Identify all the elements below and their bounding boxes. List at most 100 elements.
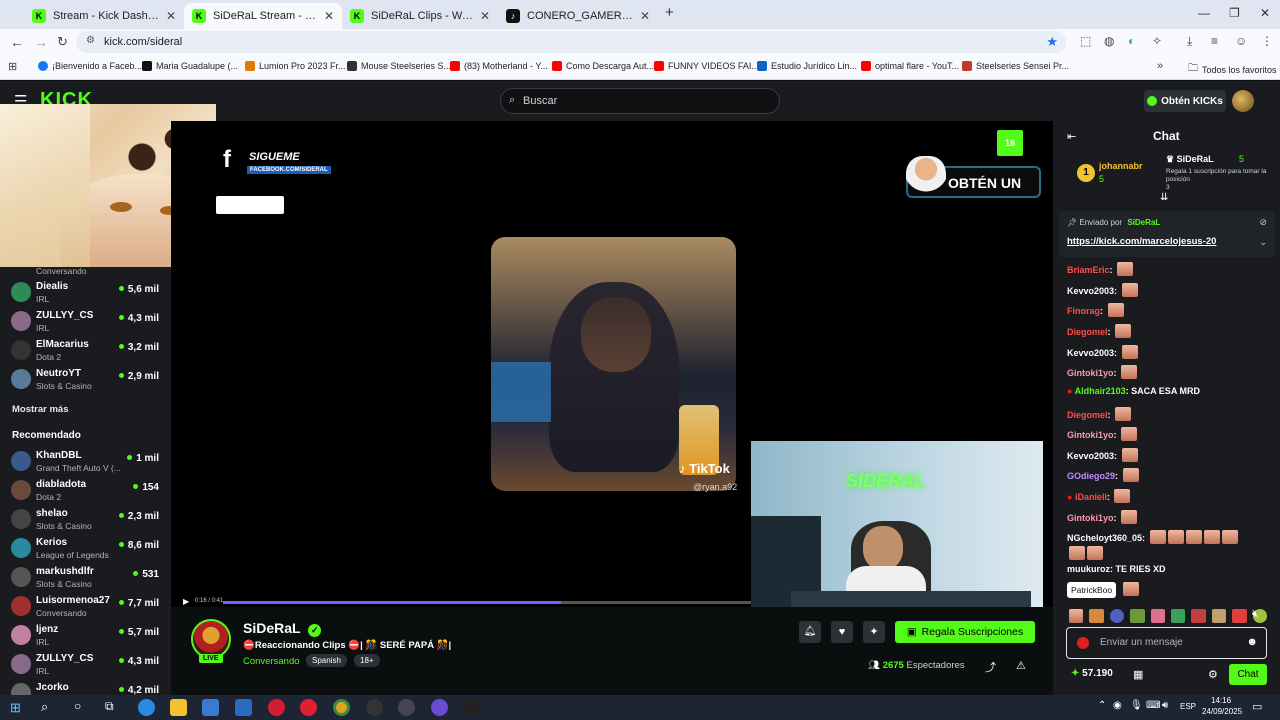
store-icon[interactable]: ▦ bbox=[1133, 668, 1143, 681]
kicks-balance[interactable]: ✦ 57.190 bbox=[1071, 668, 1113, 679]
chat-username[interactable]: iDaniell bbox=[1075, 492, 1107, 502]
profile-icon[interactable]: ☺ bbox=[1235, 34, 1247, 48]
bookmark-item[interactable]: Estudio Jurídico Lin... bbox=[757, 61, 857, 71]
chat-input[interactable]: Enviar un mensaje ☻ bbox=[1066, 627, 1267, 659]
emote-icon[interactable] bbox=[1150, 609, 1166, 623]
chat-username[interactable]: Kevvo2003 bbox=[1067, 286, 1114, 296]
sidebar-channel-khandbl[interactable]: KhanDBL Grand Theft Auto V (... 1 mil bbox=[0, 447, 171, 476]
chat-username[interactable]: Gintoki1yo bbox=[1067, 513, 1114, 523]
store-icon[interactable] bbox=[202, 699, 219, 716]
bookmark-item[interactable]: Mouse Steelseries S... bbox=[347, 61, 451, 71]
clock-time[interactable]: 14:16 bbox=[1211, 696, 1231, 705]
sidebar-channel-elmacarius[interactable]: ElMacarius Dota 2 3,2 mil bbox=[0, 336, 171, 365]
emote-icon[interactable] bbox=[1211, 609, 1227, 623]
bookmark-item[interactable]: FUNNY VIDEOS FAI... bbox=[654, 61, 759, 71]
obs-icon[interactable] bbox=[366, 699, 383, 716]
close-icon[interactable]: ✕ bbox=[160, 9, 176, 23]
emote-icon[interactable] bbox=[1130, 609, 1145, 623]
task-view-icon[interactable]: ⧉ bbox=[105, 699, 114, 714]
chat-username[interactable]: muukuroz bbox=[1067, 564, 1110, 574]
clock-date[interactable]: 24/09/2025 bbox=[1202, 707, 1242, 716]
notification-icon[interactable]: ▭ bbox=[1252, 700, 1262, 713]
emote-icon[interactable] bbox=[1171, 609, 1186, 623]
get-kicks-button[interactable]: Obtén KICKs bbox=[1144, 90, 1226, 112]
language-indicator[interactable]: ESP bbox=[1180, 702, 1196, 711]
search-input[interactable]: ⌕ Buscar bbox=[500, 88, 780, 114]
opera-gx-icon[interactable] bbox=[300, 699, 317, 716]
tab-sideral-stream[interactable]: K SiDeRaL Stream - Watch Live ✕ bbox=[184, 3, 342, 29]
bookmark-item[interactable]: Como Descarga Aut... bbox=[552, 61, 654, 71]
tag-18plus[interactable]: 18+ bbox=[354, 654, 380, 667]
share-icon[interactable]: ⤴ bbox=[985, 659, 996, 675]
emote-icon[interactable] bbox=[1232, 609, 1247, 623]
reload-icon[interactable]: ↻ bbox=[57, 34, 68, 50]
notification-bell-button[interactable]: 🔔︎ bbox=[799, 621, 821, 643]
opera-icon[interactable] bbox=[268, 699, 285, 716]
new-tab-button[interactable]: + bbox=[665, 4, 674, 21]
download-icon[interactable]: ⤓ bbox=[1187, 34, 1192, 49]
chat-username[interactable]: Kevvo2003 bbox=[1067, 451, 1114, 461]
minimize-icon[interactable]: — bbox=[1198, 6, 1210, 20]
back-icon[interactable]: ← bbox=[10, 34, 24, 50]
close-icon[interactable]: ✕ bbox=[318, 9, 334, 23]
chat-username[interactable]: BriamEric bbox=[1067, 265, 1110, 275]
sidebar-channel-ljenz[interactable]: ljenz IRL 5,7 mil bbox=[0, 621, 171, 650]
menu-icon[interactable]: ⋮ bbox=[1261, 34, 1273, 48]
video-player[interactable]: f SIGUEME FACEBOOK.COM/SIDERAL OBTÉN UN … bbox=[171, 121, 1053, 607]
cortana-icon[interactable]: ○ bbox=[74, 699, 81, 713]
send-chat-button[interactable]: Chat bbox=[1229, 664, 1267, 685]
tray-chevron-icon[interactable]: ⌃ bbox=[1098, 700, 1106, 711]
chrome-icon[interactable] bbox=[333, 699, 350, 716]
microphone-icon[interactable]: 🎙︎ bbox=[1130, 700, 1143, 711]
chat-username[interactable]: Kevvo2003 bbox=[1067, 348, 1114, 358]
file-explorer-icon[interactable] bbox=[170, 699, 187, 716]
discord-icon[interactable] bbox=[431, 699, 448, 716]
sidebar-channel-neutroyt[interactable]: NeutroYT Slots & Casino 2,9 mil bbox=[0, 365, 171, 394]
extension-icon[interactable]: ◐ bbox=[1128, 34, 1135, 48]
emoji-picker-icon[interactable]: ☻ bbox=[1246, 636, 1258, 648]
chat-username[interactable]: Finorag bbox=[1067, 306, 1100, 316]
volume-icon[interactable]: 🔊︎ bbox=[1162, 700, 1168, 711]
close-icon[interactable]: ✕ bbox=[634, 9, 650, 23]
chat-username[interactable]: Diegomel bbox=[1067, 410, 1108, 420]
tab-sideral-clips[interactable]: K SiDeRaL Clips - Watch Live on K ✕ bbox=[342, 3, 498, 29]
bookmark-item[interactable]: ¡Bienvenido a Faceb... bbox=[38, 61, 142, 71]
boost-button[interactable]: ✦ bbox=[863, 621, 885, 643]
sidebar-channel-diealis[interactable]: Diealis IRL 5,6 mil bbox=[0, 278, 171, 307]
extension-icon[interactable]: ◍ bbox=[1104, 34, 1114, 48]
emote-icon[interactable] bbox=[1109, 609, 1125, 623]
app-icon[interactable] bbox=[464, 699, 481, 716]
sidebar-channel-luisormenoa27[interactable]: Luisormenoa27 Conversando 7,7 mil bbox=[0, 592, 171, 621]
stream-category[interactable]: Conversando bbox=[243, 656, 300, 667]
pinned-link[interactable]: https://kick.com/marcelojesus-20 bbox=[1067, 236, 1216, 247]
chat-username[interactable]: NGcheloyt360_05 bbox=[1067, 533, 1142, 543]
media-icon[interactable]: ≡ bbox=[1211, 34, 1218, 48]
video-progress-track[interactable] bbox=[223, 601, 751, 604]
bookmark-item[interactable]: Lumion Pro 2023 Fr... bbox=[245, 61, 346, 71]
chevron-down-icon[interactable]: ⌄ bbox=[1259, 237, 1267, 248]
chat-username[interactable]: GOdiego29 bbox=[1067, 471, 1115, 481]
channel-name[interactable]: SiDeRaL ✓ bbox=[243, 620, 322, 637]
emote-icon[interactable] bbox=[1069, 609, 1084, 623]
all-favorites[interactable]: 🗀 Todos los favoritos bbox=[1188, 61, 1277, 78]
tag-spanish[interactable]: Spanish bbox=[306, 654, 347, 667]
chat-username[interactable]: Gintoki1yo bbox=[1067, 368, 1114, 378]
chevron-right-icon[interactable]: » bbox=[1157, 60, 1163, 72]
collapse-chat-icon[interactable]: ⇤ bbox=[1067, 130, 1076, 143]
report-icon[interactable]: ⚠ bbox=[1016, 659, 1026, 672]
bookmark-item[interactable]: Steelseries Sensei Pr... bbox=[962, 61, 1069, 71]
emote-icon[interactable] bbox=[1191, 609, 1206, 623]
network-icon[interactable]: ⌨ bbox=[1146, 700, 1160, 711]
app-icon[interactable] bbox=[398, 699, 415, 716]
sidebar-channel-kerios[interactable]: Kerios League of Legends 8,6 mil bbox=[0, 534, 171, 563]
sidebar-channel-zullyy-2[interactable]: ZULLYY_CS IRL 4,3 mil bbox=[0, 650, 171, 679]
chat-username[interactable]: Gintoki1yo bbox=[1067, 430, 1114, 440]
sidebar-channel-diabladota[interactable]: diabladota Dota 2 154 bbox=[0, 476, 171, 505]
close-icon[interactable]: ✕ bbox=[474, 9, 490, 23]
forward-icon[interactable]: → bbox=[34, 34, 48, 50]
emote-icon[interactable] bbox=[1089, 609, 1104, 623]
sidebar-channel-markushdlfr[interactable]: markushdlfr Slots & Casino 531 bbox=[0, 563, 171, 592]
chat-username[interactable]: Aldhair2103 bbox=[1075, 386, 1126, 396]
bookmark-item[interactable]: optimal flare - YouT... bbox=[861, 61, 959, 71]
windows-start-icon[interactable]: ⊞ bbox=[10, 700, 21, 716]
